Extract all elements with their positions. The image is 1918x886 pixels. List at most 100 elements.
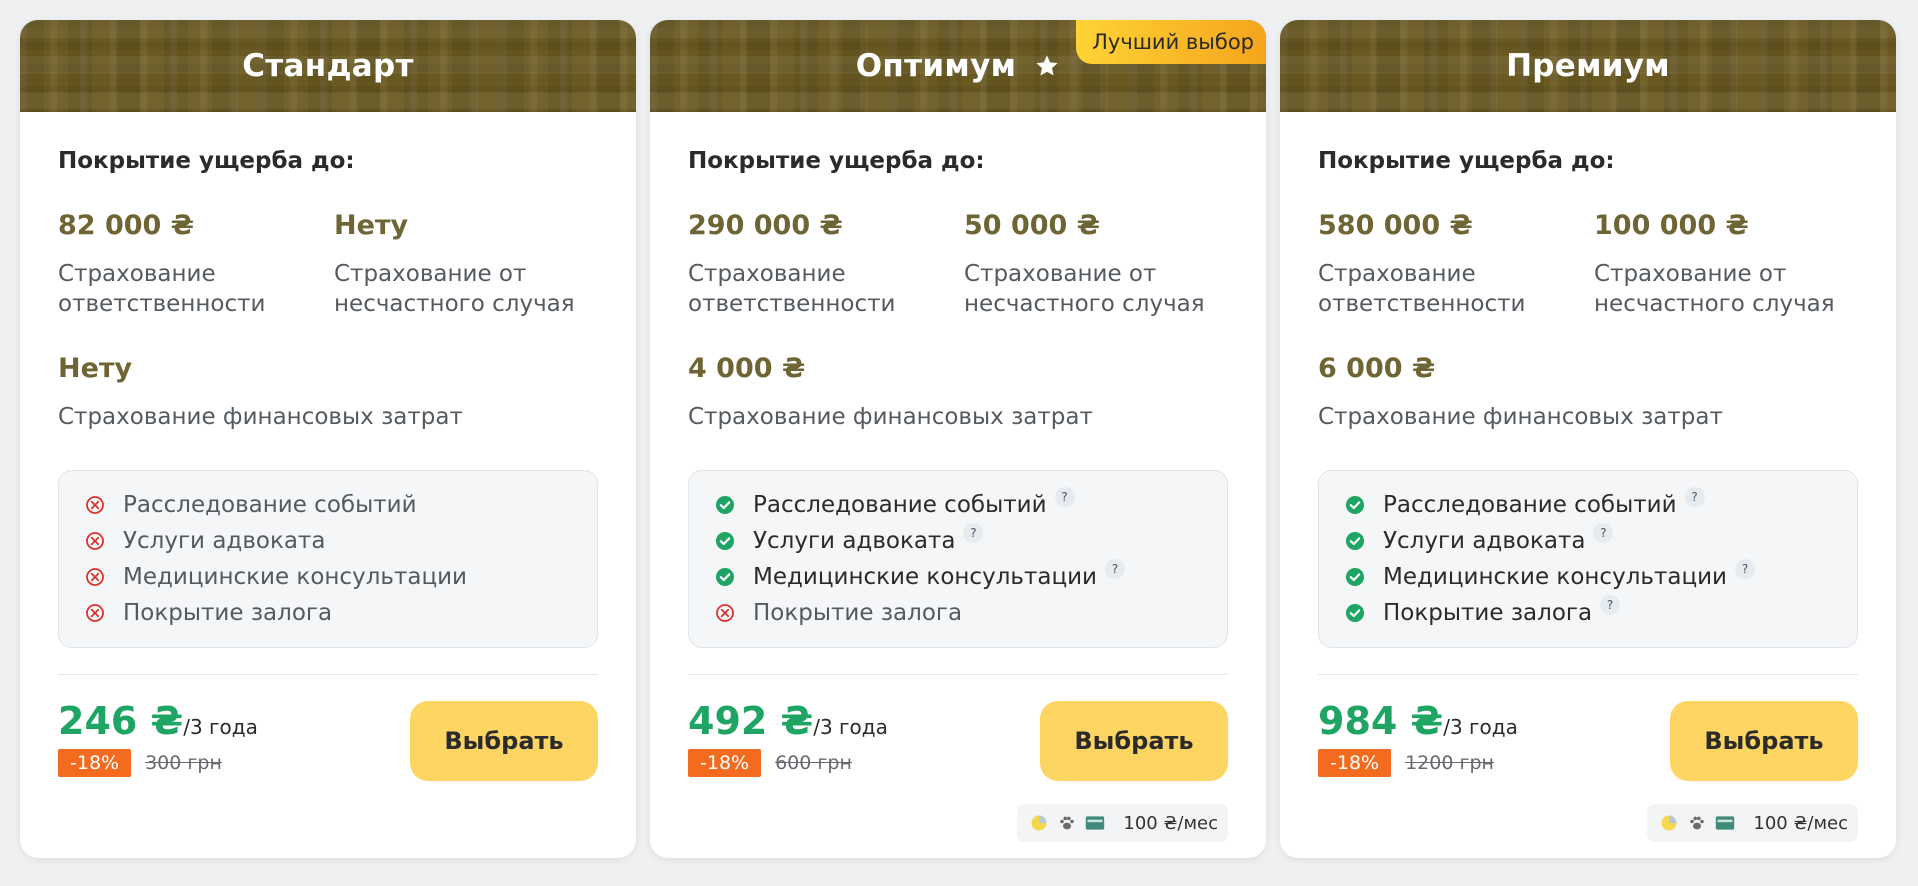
coverage-amount: 290 000 ₴ [688, 210, 843, 241]
check-circle-icon [1346, 496, 1364, 514]
feature-item: Покрытие залога [715, 595, 1199, 631]
plan-card-standard: Стандарт Покрытие ущерба до: 82 000 ₴ Ст… [20, 20, 636, 858]
card-icon [1716, 816, 1735, 830]
question-icon[interactable]: ? [1684, 487, 1705, 507]
check-circle-icon [1346, 568, 1364, 586]
plan-title: Оптимум [855, 48, 1017, 84]
price-period: /3 года [813, 715, 888, 739]
coverage-financial: 6 000 ₴ Страхование финансовых затрат [1318, 353, 1854, 432]
paw-icon [1060, 816, 1075, 830]
x-circle-icon [86, 532, 104, 550]
x-circle-icon [86, 496, 104, 514]
feature-label: Медицинские консультации [1383, 564, 1727, 590]
addon-price: 100 ₴/мес [1123, 812, 1218, 834]
price-block: 492 ₴ /3 года -18% 600 грн [688, 699, 888, 777]
feature-label: Расследование событий [123, 492, 417, 518]
check-circle-icon [716, 496, 734, 514]
feature-label: Услуги адвоката [123, 528, 326, 554]
x-circle-icon [86, 604, 104, 622]
divider [1318, 674, 1858, 675]
check-circle-icon [1346, 532, 1364, 550]
plan-title-wrap: Стандарт [242, 48, 414, 84]
plan-card-premium: Премиум Покрытие ущерба до: 580 000 ₴ Ст… [1280, 20, 1896, 858]
price-value: 246 ₴ [58, 699, 184, 743]
features-list: Расследование событий ? Услуги адвоката … [1318, 470, 1858, 648]
star-icon [1036, 55, 1058, 76]
question-icon[interactable]: ? [1593, 523, 1614, 543]
feature-label: Покрытие залога [753, 600, 963, 626]
features-list: Расследование событий Услуги адвоката Ме… [58, 470, 598, 648]
coverage-desc: Страхование от несчастного случая [1594, 261, 1835, 317]
pie-chart-icon [1661, 815, 1677, 831]
discount-badge: -18% [58, 749, 132, 777]
coverage-desc: Страхование финансовых затрат [1318, 404, 1723, 430]
x-circle-icon [716, 604, 734, 622]
plan-title-wrap: Премиум [1506, 48, 1670, 84]
coverage-amount: 580 000 ₴ [1318, 210, 1473, 241]
feature-label: Расследование событий [753, 492, 1047, 518]
coverage-financial: 4 000 ₴ Страхование финансовых затрат [688, 353, 1224, 432]
feature-item: Медицинские консультации ? [715, 559, 1199, 595]
feature-label: Покрытие залога [123, 600, 333, 626]
feature-label: Услуги адвоката [753, 528, 956, 554]
question-icon[interactable]: ? [1735, 559, 1755, 579]
select-button[interactable]: Выбрать [410, 701, 598, 781]
price-value: 984 ₴ [1318, 699, 1444, 743]
plan-header: Премиум [1280, 20, 1896, 112]
check-circle-icon [716, 532, 734, 550]
price-row: 246 ₴ /3 года -18% 300 грн Выбрать [58, 699, 598, 781]
coverage-accident: 50 000 ₴ Страхование от несчастного случ… [964, 210, 1224, 319]
select-button[interactable]: Выбрать [1040, 701, 1228, 781]
coverage-title: Покрытие ущерба до: [1318, 148, 1615, 174]
coverage-accident: 100 000 ₴ Страхование от несчастного слу… [1594, 210, 1854, 319]
coverage-financial: Нету Страхование финансовых затрат [58, 353, 594, 432]
plan-title: Стандарт [242, 48, 414, 84]
divider [58, 674, 598, 675]
price-value: 492 ₴ [688, 699, 814, 743]
coverage-desc: Страхование финансовых затрат [688, 404, 1093, 430]
feature-item: Услуги адвоката ? [1345, 523, 1829, 559]
feature-label: Услуги адвоката [1383, 528, 1586, 554]
coverage-amount: 6 000 ₴ [1318, 353, 1436, 384]
feature-item: Услуги адвоката [85, 523, 569, 559]
plan-header: Стандарт [20, 20, 636, 112]
old-price: 1200 грн [1405, 752, 1494, 774]
feature-item: Покрытие залога [85, 595, 569, 631]
discount-badge: -18% [1318, 749, 1392, 777]
check-circle-icon [1346, 604, 1364, 622]
plan-header: Оптимум Лучший выбор [650, 20, 1266, 112]
coverage-accident: Нету Страхование от несчастного случая [334, 210, 594, 319]
price-period: /3 года [1443, 715, 1518, 739]
pie-chart-icon [1031, 815, 1047, 831]
question-icon[interactable]: ? [1105, 559, 1125, 579]
price-row: 492 ₴ /3 года -18% 600 грн Выбрать [688, 699, 1228, 781]
old-price: 300 грн [145, 752, 222, 774]
price-row: 984 ₴ /3 года -18% 1200 грн Выбрать [1318, 699, 1858, 781]
coverage-liability: 580 000 ₴ Страхование ответственности [1318, 210, 1594, 319]
select-button[interactable]: Выбрать [1670, 701, 1858, 781]
coverage-amount: 82 000 ₴ [58, 210, 194, 241]
question-icon[interactable]: ? [1054, 487, 1075, 507]
question-icon[interactable]: ? [963, 523, 984, 543]
addon-chip[interactable]: 100 ₴/мес [1017, 804, 1228, 842]
x-circle-icon [86, 568, 104, 586]
price-block: 246 ₴ /3 года -18% 300 грн [58, 699, 258, 777]
addon-chip[interactable]: 100 ₴/мес [1647, 804, 1858, 842]
feature-item: Покрытие залога ? [1345, 595, 1829, 631]
coverage-desc: Страхование от несчастного случая [334, 261, 575, 317]
feature-item: Расследование событий ? [715, 487, 1199, 523]
coverage-desc: Страхование ответственности [688, 261, 896, 317]
price-period: /3 года [183, 715, 258, 739]
coverage-amount: Нету [58, 353, 133, 384]
feature-item: Услуги адвоката ? [715, 523, 1199, 559]
coverage-amount: 4 000 ₴ [688, 353, 806, 384]
addon-price: 100 ₴/мес [1753, 812, 1848, 834]
features-list: Расследование событий ? Услуги адвоката … [688, 470, 1228, 648]
question-icon[interactable]: ? [1600, 595, 1621, 615]
price-block: 984 ₴ /3 года -18% 1200 грн [1318, 699, 1518, 777]
coverage-desc: Страхование финансовых затрат [58, 404, 463, 430]
check-circle-icon [716, 568, 734, 586]
plan-title: Премиум [1506, 48, 1670, 84]
feature-item: Расследование событий [85, 487, 569, 523]
plan-card-optimum: Оптимум Лучший выбор Покрытие ущерба до:… [650, 20, 1266, 858]
